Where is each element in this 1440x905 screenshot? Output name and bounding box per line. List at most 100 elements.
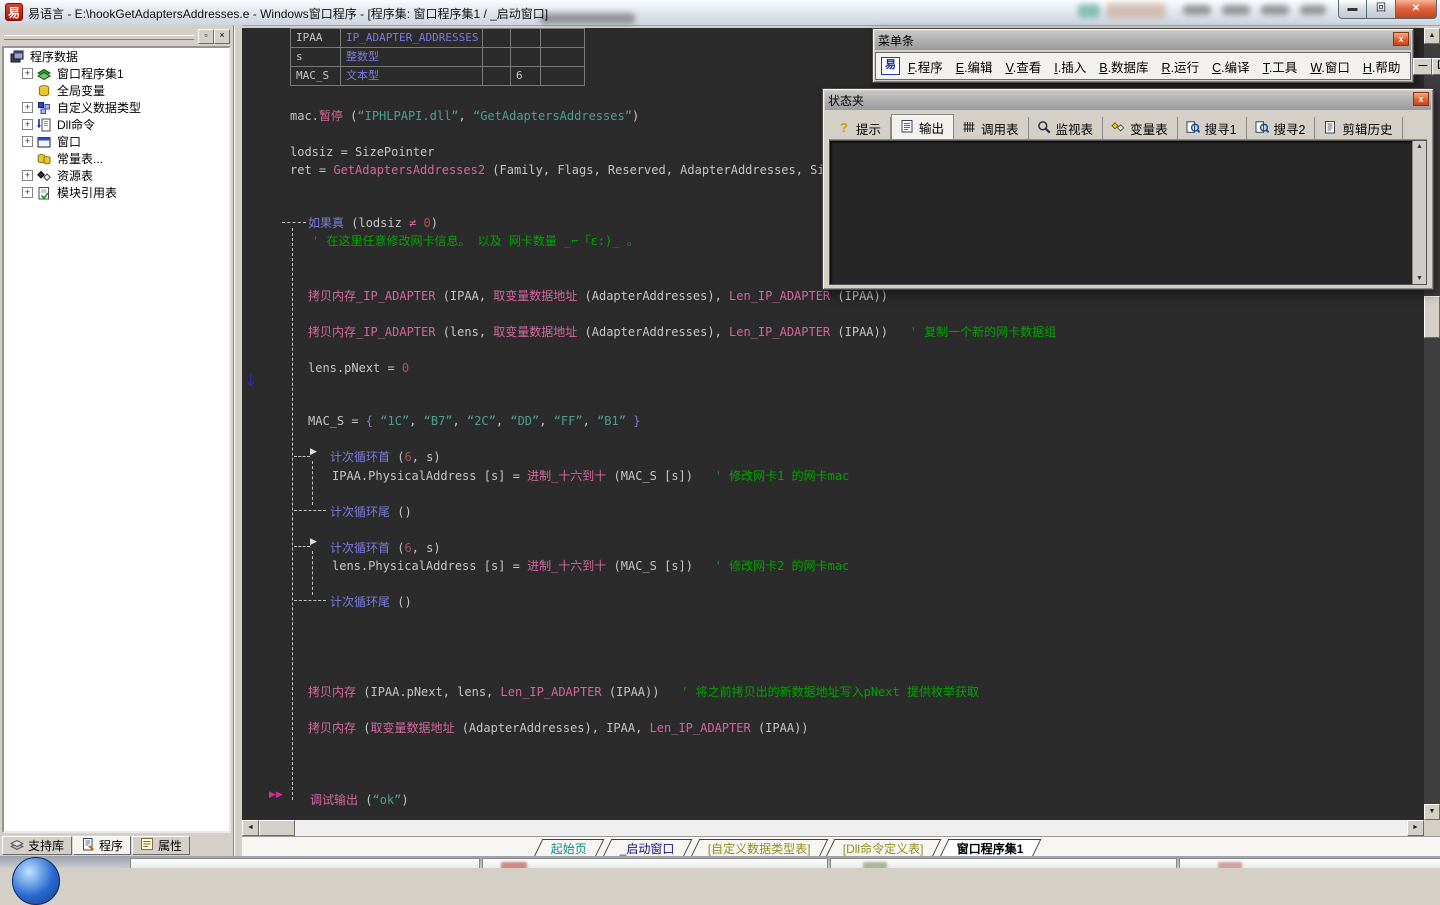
variable-cell[interactable]: 6 bbox=[511, 67, 541, 86]
variable-row[interactable]: s整数型 bbox=[291, 48, 585, 67]
variable-cell[interactable] bbox=[541, 67, 585, 86]
menu-item[interactable]: W.窗口 bbox=[1310, 57, 1350, 76]
variable-cell[interactable] bbox=[511, 48, 541, 67]
variable-row[interactable]: MAC_S文本型 6 bbox=[291, 67, 585, 86]
menu-item[interactable]: R.运行 bbox=[1162, 57, 1200, 76]
tree-item[interactable]: +Dll命令 bbox=[4, 116, 229, 133]
panel-close-button[interactable]: × bbox=[214, 29, 230, 44]
expand-icon[interactable]: + bbox=[22, 68, 33, 79]
variable-cell[interactable] bbox=[541, 48, 585, 67]
left-tab-active[interactable]: 程序 bbox=[73, 836, 131, 855]
status-tab[interactable]: 变量表 bbox=[1103, 117, 1178, 139]
doc-tab[interactable]: _启动窗口 bbox=[603, 839, 692, 857]
code-line[interactable]: 拷贝内存 (取变量数据地址 (AdapterAddresses), IPAA, … bbox=[308, 722, 809, 735]
status-window-titlebar[interactable]: 状态夹 x bbox=[825, 91, 1431, 110]
code-line[interactable]: 拷贝内存_IP_ADAPTER (lens, 取变量数据地址 (AdapterA… bbox=[308, 326, 1056, 339]
variable-row[interactable]: IPAAIP_ADAPTER_ADDRESSES bbox=[291, 29, 585, 48]
restore-button[interactable]: 回 bbox=[1367, 0, 1395, 19]
code-line[interactable]: 计次循环首 (6, s) bbox=[330, 542, 441, 555]
taskbar-item[interactable] bbox=[830, 858, 1177, 868]
panel-grip[interactable] bbox=[4, 35, 194, 40]
scroll-down-button[interactable]: ▼ bbox=[1424, 804, 1440, 820]
code-line[interactable]: 计次循环首 (6, s) bbox=[330, 451, 441, 464]
left-tab-item[interactable]: 支持库 bbox=[2, 836, 72, 855]
doc-tab[interactable]: 窗口程序集1 bbox=[940, 839, 1041, 857]
variable-name[interactable]: s bbox=[291, 48, 341, 67]
code-line[interactable]: ret = GetAdaptersAddresses2 (Family, Fla… bbox=[290, 164, 897, 177]
scroll-left-button[interactable]: ◄ bbox=[242, 820, 259, 836]
code-line[interactable]: ' 在这里任意修改网卡信息。 以及 网卡数量 _⌐「ε:)_ 。 bbox=[312, 235, 639, 248]
doc-tab[interactable]: [自定义数据类型表] bbox=[690, 839, 827, 857]
code-line[interactable]: lens.pNext = 0 bbox=[308, 362, 409, 375]
panel-float-button[interactable]: ▫ bbox=[198, 29, 214, 44]
scroll-right-button[interactable]: ► bbox=[1407, 820, 1424, 836]
status-tab[interactable]: 剪辑历史 bbox=[1315, 117, 1402, 139]
menu-item[interactable]: V.查看 bbox=[1006, 57, 1042, 76]
taskbar-item[interactable] bbox=[130, 858, 480, 868]
menu-window-titlebar[interactable]: 菜单条 x bbox=[875, 31, 1411, 50]
expand-icon[interactable]: + bbox=[22, 187, 33, 198]
code-line[interactable]: lens.PhysicalAddress [s] = 进制_十六到十 (MAC_… bbox=[332, 560, 849, 573]
menu-item[interactable]: H.帮助 bbox=[1363, 57, 1401, 76]
variable-type[interactable]: 文本型 bbox=[341, 67, 483, 86]
status-window-close-icon[interactable]: x bbox=[1413, 92, 1429, 106]
status-output-panel[interactable]: ▲ ▼ bbox=[829, 140, 1427, 285]
tree-root[interactable]: 程序数据 bbox=[4, 48, 229, 65]
menu-item[interactable]: E.编辑 bbox=[956, 57, 993, 76]
tree-item[interactable]: +资源表 bbox=[4, 167, 229, 184]
variable-cell[interactable] bbox=[483, 29, 511, 48]
variable-cell[interactable] bbox=[511, 29, 541, 48]
scroll-up-button[interactable]: ▲ bbox=[1424, 28, 1440, 44]
code-line[interactable]: MAC_S = { “1C”, “B7”, “2C”, “DD”, “FF”, … bbox=[308, 415, 640, 428]
menu-item[interactable]: I.插入 bbox=[1054, 57, 1086, 76]
horizontal-scroll-thumb[interactable] bbox=[259, 820, 295, 836]
doc-tab[interactable]: 起始页 bbox=[534, 839, 605, 857]
status-tab[interactable]: 监视表 bbox=[1029, 117, 1104, 139]
doc-tab[interactable]: [Dll命令定义表] bbox=[826, 839, 941, 857]
status-tab[interactable]: 调用表 bbox=[954, 117, 1029, 139]
tree-item[interactable]: +自定义数据类型 bbox=[4, 99, 229, 116]
code-line[interactable]: 计次循环尾 () bbox=[330, 596, 412, 609]
variable-cell[interactable] bbox=[483, 67, 511, 86]
code-line[interactable]: lodsiz = SizePointer bbox=[290, 146, 435, 159]
close-button[interactable]: ✕ bbox=[1395, 0, 1437, 19]
variable-type[interactable]: 整数型 bbox=[341, 48, 483, 67]
menu-item[interactable]: F.程序 bbox=[908, 57, 943, 76]
variable-cell[interactable] bbox=[483, 48, 511, 67]
status-tab[interactable]: ?提示 bbox=[829, 117, 891, 139]
status-scrollbar[interactable]: ▲ ▼ bbox=[1412, 141, 1426, 284]
program-data-tree[interactable]: 程序数据+窗口程序集1+全局变量+自定义数据类型+Dll命令+窗口+常量表...… bbox=[2, 46, 231, 833]
tree-item[interactable]: +模块引用表 bbox=[4, 184, 229, 201]
taskbar-item[interactable] bbox=[1179, 858, 1440, 868]
menu-item[interactable]: B.数据库 bbox=[1099, 57, 1148, 76]
status-tab[interactable]: 搜寻2 bbox=[1247, 117, 1316, 139]
tree-item[interactable]: +全局变量 bbox=[4, 82, 229, 99]
taskbar[interactable] bbox=[0, 856, 1440, 868]
variable-name[interactable]: MAC_S bbox=[291, 67, 341, 86]
code-line[interactable]: 计次循环尾 () bbox=[330, 506, 412, 519]
panel-splitter[interactable] bbox=[234, 25, 242, 856]
menu-minimize-button[interactable]: — bbox=[1413, 58, 1432, 75]
editor-horizontal-scrollbar[interactable]: ◄ ► bbox=[242, 820, 1424, 836]
expand-icon[interactable]: + bbox=[22, 170, 33, 181]
code-line[interactable]: 调试输出 (“ok”) bbox=[310, 794, 409, 807]
window-titlebar[interactable]: 易 易语言 - E:\hookGetAdaptersAddresses.e - … bbox=[0, 0, 1440, 26]
tree-item[interactable]: +常量表... bbox=[4, 150, 229, 167]
menu-restore-button[interactable]: 回 bbox=[1432, 58, 1440, 75]
menu-item[interactable]: T.工具 bbox=[1263, 57, 1298, 76]
vertical-scroll-thumb[interactable] bbox=[1424, 296, 1440, 338]
variable-type[interactable]: IP_ADAPTER_ADDRESSES bbox=[341, 29, 483, 48]
left-tab-item[interactable]: 属性 bbox=[132, 836, 190, 855]
code-line[interactable]: IPAA.PhysicalAddress [s] = 进制_十六到十 (MAC_… bbox=[332, 470, 849, 483]
variable-name[interactable]: IPAA bbox=[291, 29, 341, 48]
code-line[interactable]: 拷贝内存 (IPAA.pNext, lens, Len_IP_ADAPTER (… bbox=[308, 686, 979, 699]
tree-item[interactable]: +窗口 bbox=[4, 133, 229, 150]
variable-cell[interactable] bbox=[541, 29, 585, 48]
local-variable-table[interactable]: IPAAIP_ADAPTER_ADDRESSESs整数型MAC_S文本型 6 bbox=[290, 28, 585, 86]
status-tab[interactable]: 输出 bbox=[891, 114, 954, 139]
expand-icon[interactable]: + bbox=[22, 102, 33, 113]
expand-icon[interactable]: + bbox=[22, 136, 33, 147]
code-line[interactable]: 拷贝内存_IP_ADAPTER (IPAA, 取变量数据地址 (AdapterA… bbox=[308, 290, 888, 303]
start-button[interactable] bbox=[12, 857, 60, 905]
code-line[interactable]: 如果真 (lodsiz ≠ 0) bbox=[308, 217, 438, 230]
